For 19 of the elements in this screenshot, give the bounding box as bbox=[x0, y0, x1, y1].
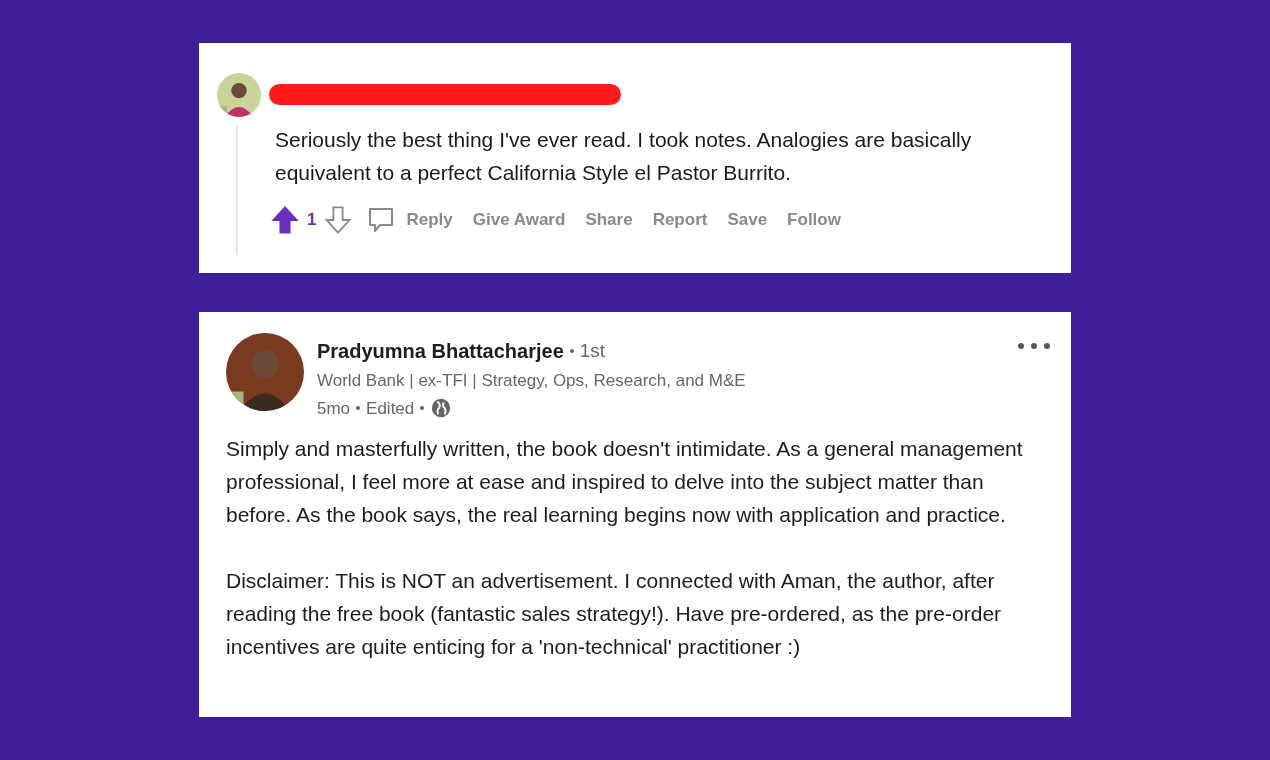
comment-paragraph: Disclaimer: This is NOT an advertisement. I connected with Aman, the author, after reading the free book (fantastic sales strategy!). Have pre-ordered, as the pre-order incentives are quite enticing for a 'non-technical' practitioner :) bbox=[226, 568, 1003, 660]
action-button[interactable]: Follow bbox=[787, 207, 841, 233]
comment-text: Seriously the best thing I've ever read. I took notes. Analogies are basically equivalent to a perfect California Style el Pastor Burrito. bbox=[275, 127, 973, 186]
globe-icon bbox=[430, 397, 453, 420]
upvote-icon[interactable] bbox=[271, 205, 299, 235]
post-time: 5mo bbox=[317, 397, 351, 420]
action-button[interactable]: Report bbox=[652, 207, 708, 233]
comment-paragraph: Simply and masterfully written, the book doesn't intimidate. As a general management professional, I feel more at ease and inspired to delve into the subject matter than before. As the book says, the real learning begins now with application and practice. bbox=[226, 436, 1024, 528]
author-name[interactable]: Pradyumna Bhattacharjee bbox=[317, 336, 564, 366]
edited-label: Edited bbox=[366, 397, 415, 420]
more-options-icon[interactable] bbox=[1017, 342, 1051, 350]
action-button[interactable]: Give Award bbox=[472, 207, 566, 233]
vote-score: 1 bbox=[307, 209, 317, 232]
action-button[interactable]: Save bbox=[727, 207, 768, 233]
connection-degree: 1st bbox=[579, 338, 606, 363]
author-headline: World Bank | ex-TFI | Strategy, Ops, Research, and M&E bbox=[317, 370, 746, 392]
action-button[interactable]: Reply bbox=[406, 207, 453, 233]
action-button[interactable]: Share bbox=[585, 207, 633, 233]
downvote-icon[interactable] bbox=[324, 205, 353, 235]
